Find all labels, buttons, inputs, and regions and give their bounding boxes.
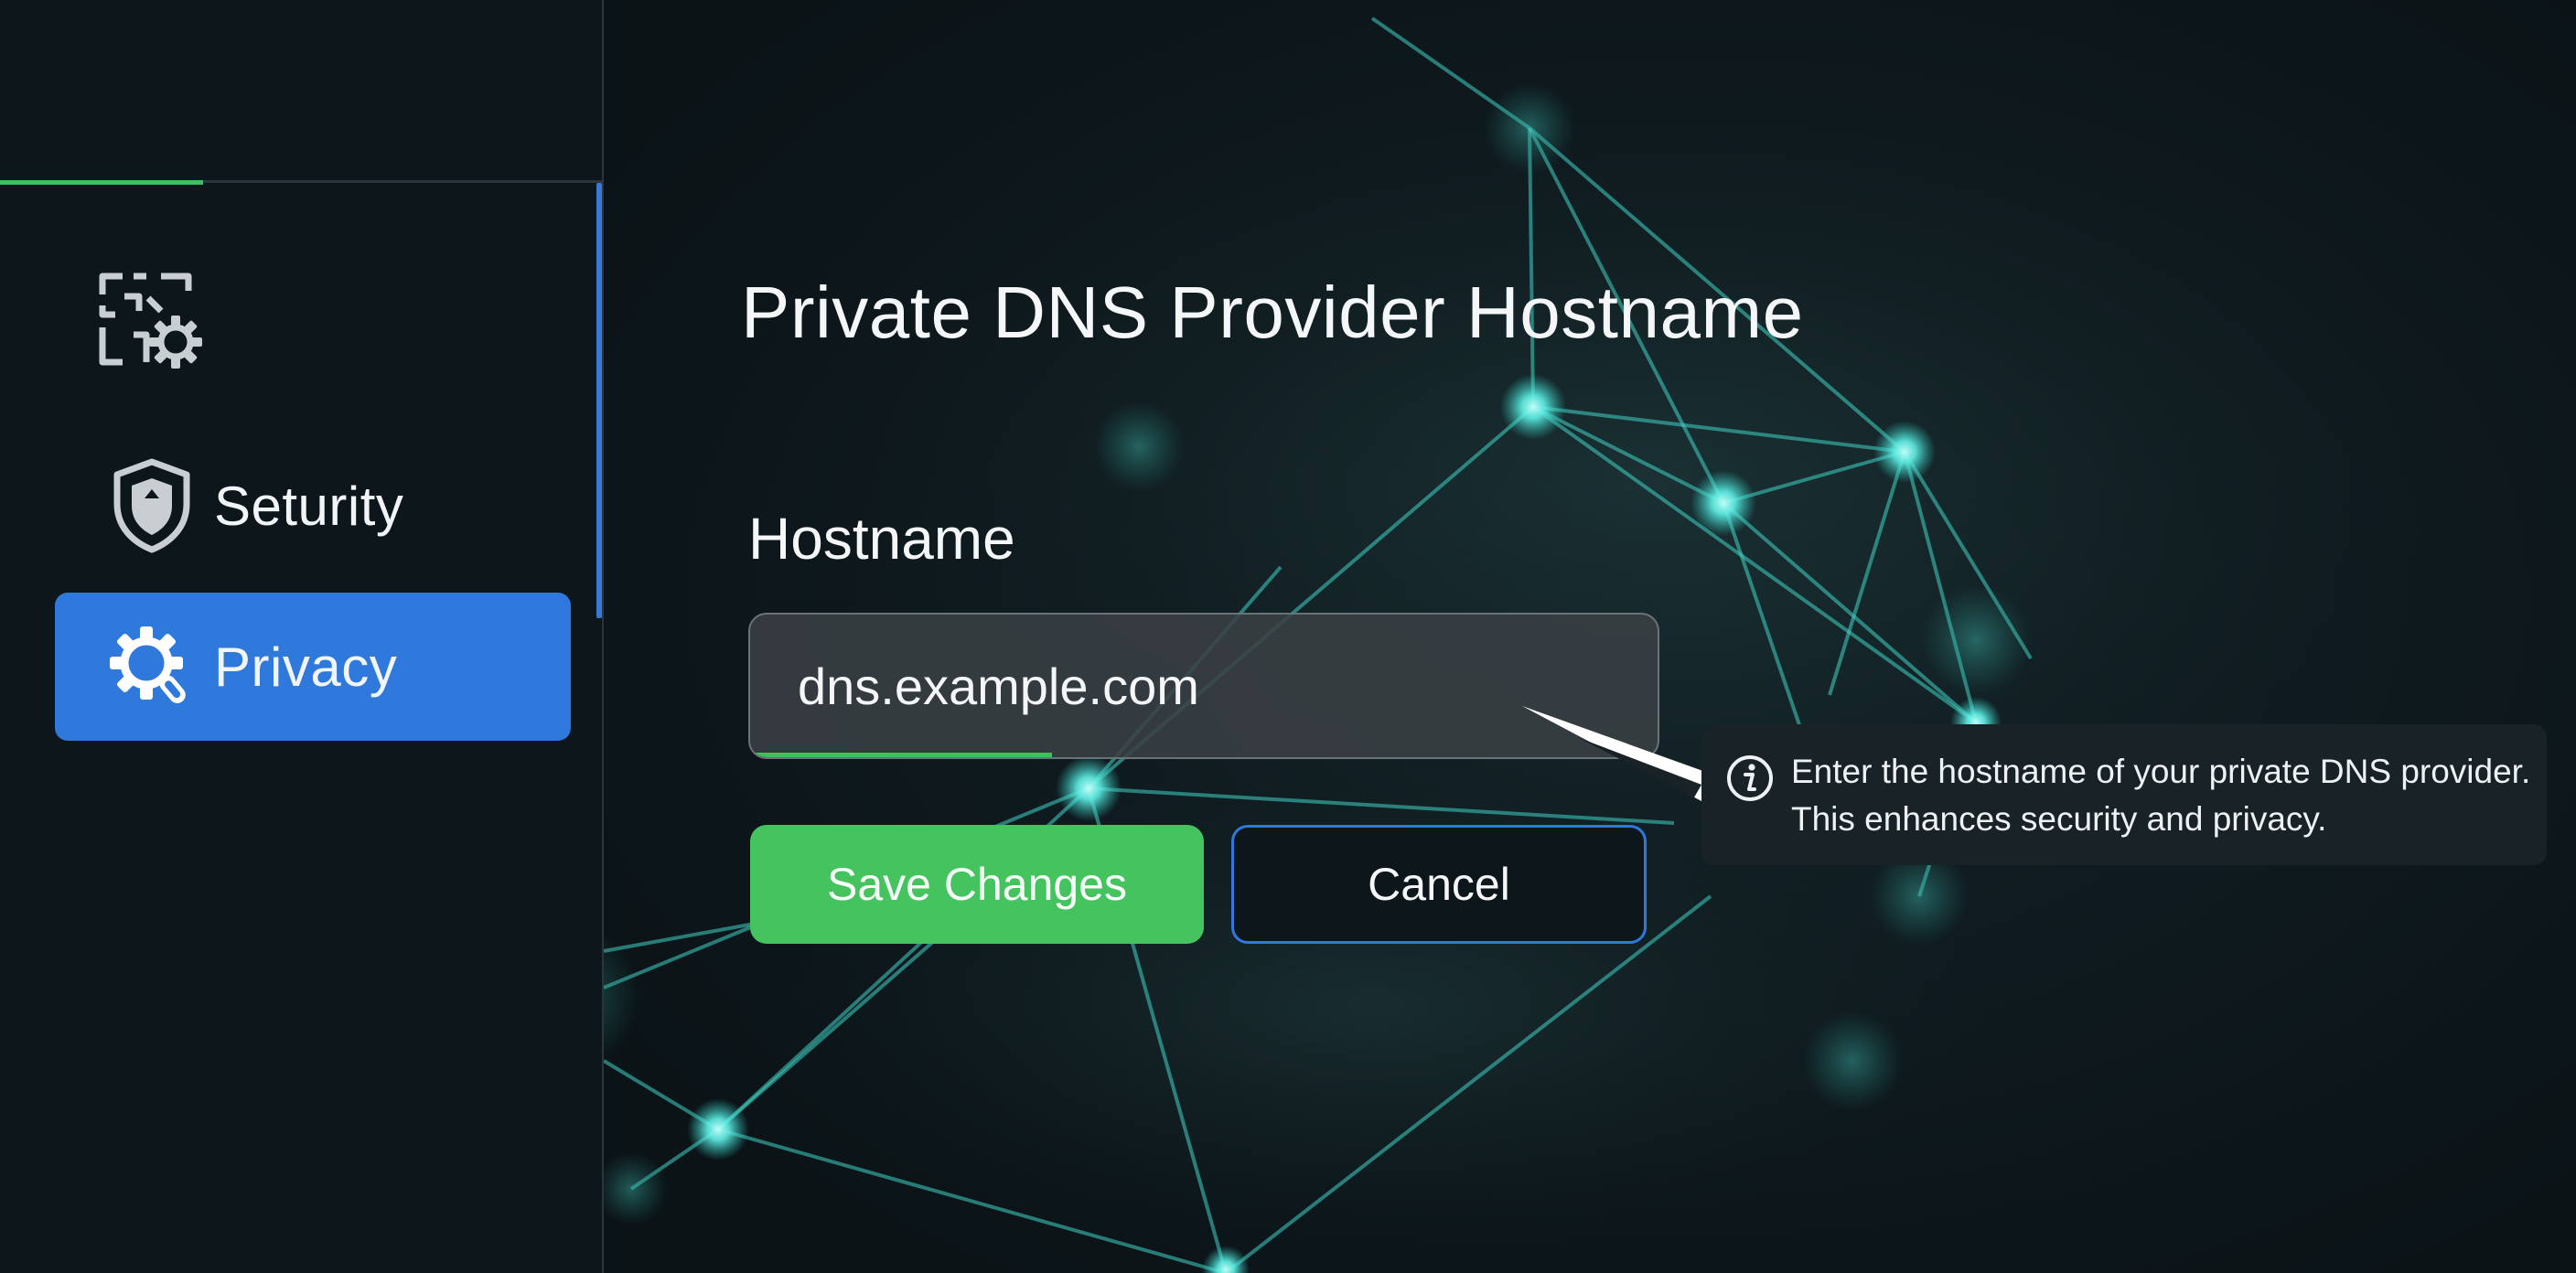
tooltip-text: Enter the hostname of your private DNS p… [1791, 748, 2530, 843]
save-changes-button[interactable]: Save Changes [750, 825, 1204, 944]
qr-settings-icon[interactable] [97, 271, 209, 369]
gear-privacy-icon [108, 618, 196, 715]
tooltip-line: Enter the hostname of your private DNS p… [1791, 753, 2531, 790]
sidebar-item-security[interactable]: Seturity [55, 432, 571, 580]
sidebar-scrollbar[interactable] [596, 183, 602, 618]
sidebar-item-label: Privacy [214, 636, 398, 698]
sidebar-progress-indicator [0, 180, 203, 185]
settings-screen: Seturity Privacy Private DNS Provider Ho… [0, 0, 2576, 1273]
sidebar: Seturity Privacy [0, 0, 604, 1273]
shield-icon [108, 457, 196, 554]
tooltip-line: This enhances security and privacy. [1791, 800, 2327, 838]
sidebar-top-divider [0, 180, 602, 185]
cancel-button[interactable]: Cancel [1231, 825, 1647, 944]
info-icon [1725, 754, 1775, 803]
sidebar-item-privacy[interactable]: Privacy [55, 593, 571, 741]
hostname-tooltip: Enter the hostname of your private DNS p… [1701, 724, 2547, 865]
page-title: Private DNS Provider Hostname [741, 272, 1804, 353]
hostname-label: Hostname [748, 506, 1015, 572]
sidebar-item-label: Seturity [214, 475, 404, 537]
tooltip-pointer [1522, 706, 1711, 801]
input-focus-indicator [750, 753, 1052, 757]
